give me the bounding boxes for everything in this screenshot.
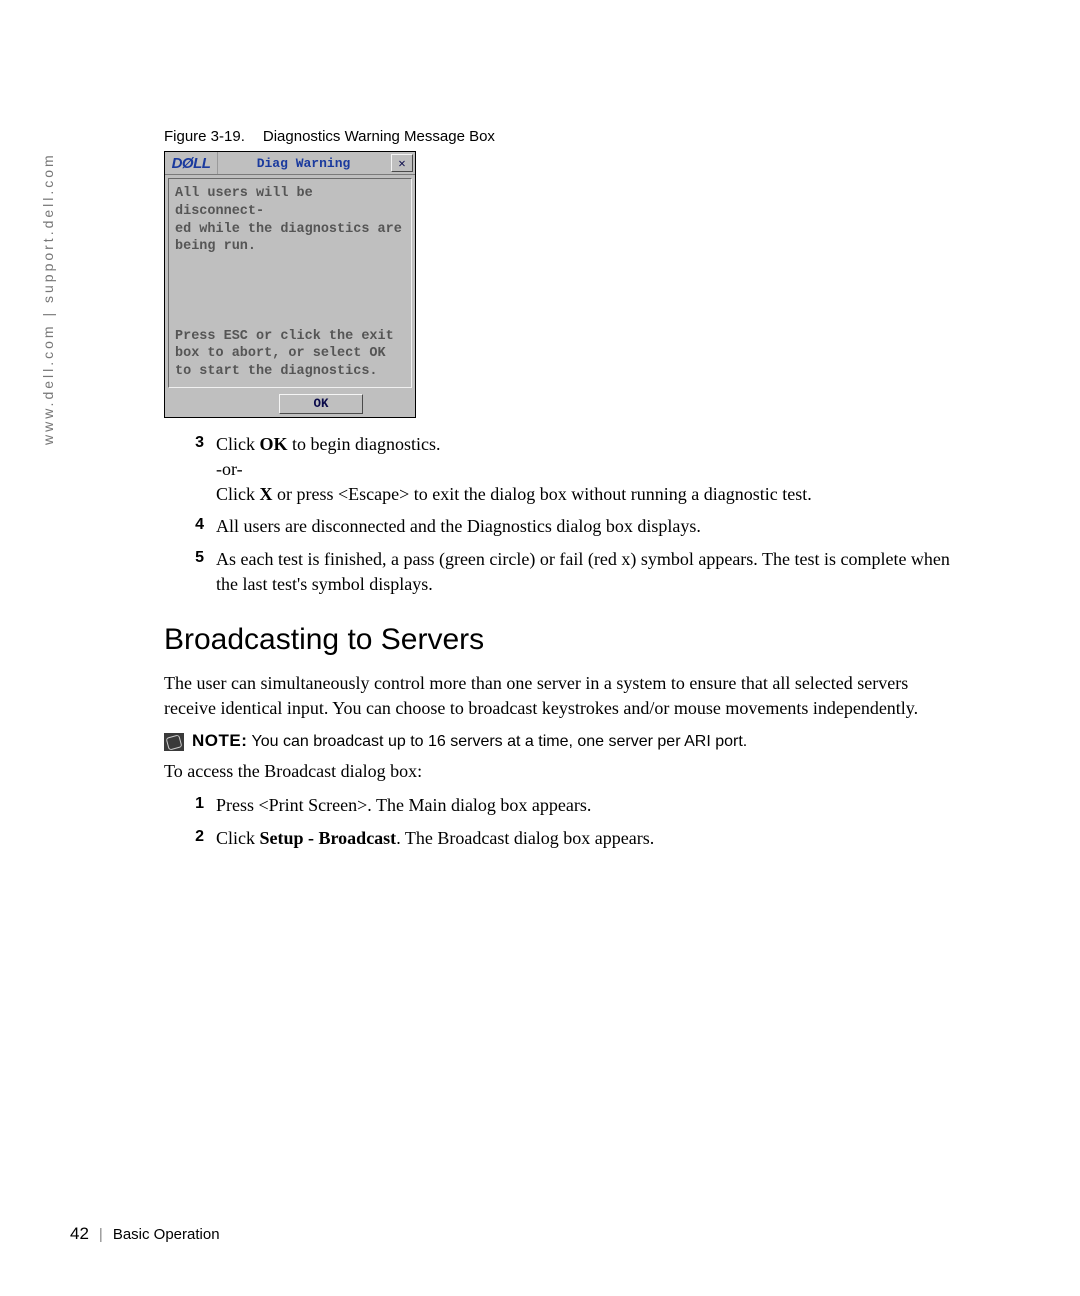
step-body: All users are disconnected and the Diagn…: [216, 514, 964, 539]
page-content: Figure 3-19. Diagnostics Warning Message …: [164, 128, 964, 859]
note-body: You can broadcast up to 16 servers at a …: [252, 733, 748, 750]
ok-button[interactable]: OK: [279, 394, 363, 414]
step-body: As each test is finished, a pass (green …: [216, 547, 964, 597]
figure-caption: Figure 3-19. Diagnostics Warning Message …: [164, 128, 964, 145]
dialog-body: All users will be disconnect- ed while t…: [168, 178, 412, 388]
list-item: 4All users are disconnected and the Diag…: [164, 514, 964, 539]
footer-section: Basic Operation: [113, 1226, 220, 1243]
page-number: 42: [70, 1224, 89, 1244]
list-item: 3Click OK to begin diagnostics.-or-Click…: [164, 432, 964, 506]
access-line: To access the Broadcast dialog box:: [164, 759, 964, 784]
diag-warning-dialog: DØLL Diag Warning ✕ All users will be di…: [164, 151, 416, 418]
step-number: 1: [164, 793, 216, 818]
note-line: NOTE: You can broadcast up to 16 servers…: [164, 731, 964, 751]
intro-paragraph: The user can simultaneously control more…: [164, 671, 964, 721]
step-body: Click Setup - Broadcast. The Broadcast d…: [216, 826, 964, 851]
list-item: 2Click Setup - Broadcast. The Broadcast …: [164, 826, 964, 851]
dell-logo: DØLL: [165, 152, 218, 174]
step-list-b: 1Press <Print Screen>. The Main dialog b…: [164, 793, 964, 851]
step-body: Press <Print Screen>. The Main dialog bo…: [216, 793, 964, 818]
note-icon: [164, 733, 184, 751]
step-number: 5: [164, 547, 216, 597]
figure-title: Diagnostics Warning Message Box: [263, 128, 495, 145]
step-number: 2: [164, 826, 216, 851]
page-footer: 42 | Basic Operation: [70, 1224, 220, 1244]
figure-number: Figure 3-19.: [164, 128, 245, 145]
step-number: 4: [164, 514, 216, 539]
step-list-a: 3Click OK to begin diagnostics.-or-Click…: [164, 432, 964, 597]
footer-separator: |: [99, 1226, 103, 1243]
list-item: 1Press <Print Screen>. The Main dialog b…: [164, 793, 964, 818]
dialog-titlebar: DØLL Diag Warning ✕: [165, 152, 415, 175]
list-item: 5As each test is finished, a pass (green…: [164, 547, 964, 597]
step-number: 3: [164, 432, 216, 506]
close-icon: ✕: [398, 156, 405, 171]
section-heading: Broadcasting to Servers: [164, 623, 964, 657]
dialog-button-row: OK: [165, 391, 415, 417]
close-button[interactable]: ✕: [391, 154, 413, 172]
sidebar-url: www.dell.com | support.dell.com: [40, 135, 60, 445]
dialog-message-top: All users will be disconnect- ed while t…: [175, 185, 405, 256]
dialog-message-bottom: Press ESC or click the exit box to abort…: [175, 328, 405, 381]
step-body: Click OK to begin diagnostics.-or-Click …: [216, 432, 964, 506]
note-label: NOTE:: [192, 731, 247, 750]
dialog-title: Diag Warning: [218, 152, 389, 174]
note-text: NOTE: You can broadcast up to 16 servers…: [192, 731, 747, 751]
